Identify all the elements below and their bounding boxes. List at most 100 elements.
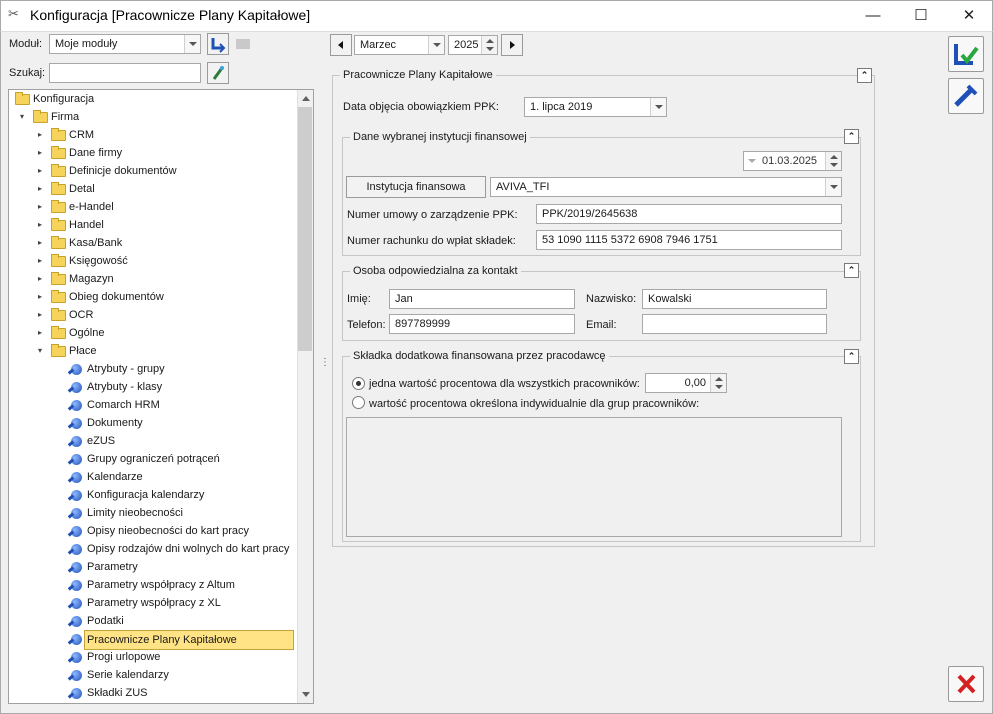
tree-item[interactable]: Atrybuty - grupy (9, 360, 297, 378)
tree-item[interactable]: Grupy ograniczeń potrąceń (9, 450, 297, 468)
tree-item[interactable]: ▸ Detal (9, 180, 297, 198)
tree-item[interactable]: Parametry współpracy z Altum (9, 576, 297, 594)
percentage-stepper[interactable]: 0,00 (645, 373, 727, 393)
expand-right-icon[interactable]: ▸ (35, 270, 45, 288)
tree-item[interactable]: Podatki (9, 612, 297, 630)
tree-item[interactable]: ▸ Obieg dokumentów (9, 288, 297, 306)
collapse-institution-button[interactable]: ⌃ (844, 129, 859, 144)
group-percentage-grid[interactable] (346, 417, 842, 537)
tree-item[interactable]: ▸ Księgowość (9, 252, 297, 270)
search-input[interactable] (49, 63, 201, 83)
edit-button[interactable] (948, 78, 984, 114)
chevron-down-icon[interactable] (748, 159, 756, 163)
close-window-button[interactable]: ✕ (946, 0, 992, 31)
tree-item[interactable]: ▾ Firma (9, 108, 297, 126)
chevron-down-icon[interactable] (184, 35, 200, 53)
scroll-up-icon[interactable] (302, 96, 310, 101)
tree-scrollbar-thumb[interactable] (298, 107, 312, 351)
expand-right-icon[interactable]: ▸ (35, 162, 45, 180)
search-button[interactable] (207, 62, 229, 84)
tree-item-label: Podatki (87, 615, 124, 627)
arrow-back-icon (211, 38, 226, 53)
ppk-date-select[interactable]: 1. lipca 2019 (524, 97, 667, 117)
chevron-down-icon[interactable] (428, 36, 444, 54)
prev-month-button[interactable] (330, 34, 352, 56)
date-stepper-arrows[interactable] (825, 152, 841, 170)
institution-date-field[interactable]: 01.03.2025 (743, 151, 842, 171)
expand-right-icon[interactable]: ▸ (35, 126, 45, 144)
tree-item[interactable]: Kalendarze (9, 468, 297, 486)
maximize-button[interactable]: ☐ (898, 0, 944, 31)
expand-right-icon[interactable]: ▸ (35, 198, 45, 216)
config-tree[interactable]: Konfiguracja ▾ Firma ▸ CRM ▸ Dane firmy ▸ Defini… (8, 89, 314, 704)
tree-item[interactable]: eZUS (9, 432, 297, 450)
chevron-down-icon[interactable] (650, 98, 666, 116)
expand-down-icon[interactable]: ▾ (35, 342, 45, 360)
radio-single-percentage[interactable] (352, 377, 365, 390)
module-select[interactable]: Moje moduły (49, 34, 201, 54)
expand-right-icon[interactable]: ▸ (35, 252, 45, 270)
tree-item[interactable]: ▸ Handel (9, 216, 297, 234)
tree-item[interactable]: Dokumenty (9, 414, 297, 432)
tree-item[interactable]: Limity nieobecności (9, 504, 297, 522)
save-button[interactable] (948, 36, 984, 72)
edit-icon (954, 84, 978, 107)
tree-item[interactable]: ▸ e-Handel (9, 198, 297, 216)
tree-item[interactable]: Konfiguracja (9, 90, 297, 108)
tree-item[interactable]: Opisy rodzajów dni wolnych do kart pracy (9, 540, 297, 558)
collapse-contribution-button[interactable]: ⌃ (844, 349, 859, 364)
expand-right-icon[interactable]: ▸ (35, 324, 45, 342)
expand-right-icon[interactable]: ▸ (35, 144, 45, 162)
tree-item[interactable]: ▾ Płace (9, 342, 297, 360)
tree-item[interactable]: Comarch HRM (9, 396, 297, 414)
brush-icon (212, 66, 224, 80)
email-field[interactable] (642, 314, 827, 334)
chevron-down-icon[interactable] (825, 178, 841, 196)
tree-item[interactable]: ▸ Ogólne (9, 324, 297, 342)
tree-item[interactable]: Serie kalendarzy (9, 666, 297, 684)
percentage-value: 0,00 (684, 377, 706, 389)
tree-item[interactable]: Pracownicze Plany Kapitałowe (9, 630, 297, 650)
phone-field[interactable]: 897789999 (389, 314, 575, 334)
minimize-button[interactable]: — (850, 0, 896, 31)
agreement-field[interactable]: PPK/2019/2645638 (536, 204, 842, 224)
next-month-button[interactable] (501, 34, 523, 56)
tree-item[interactable]: Progi urlopowe (9, 648, 297, 666)
tree-item[interactable]: ▸ Dane firmy (9, 144, 297, 162)
radio-group-percentage[interactable] (352, 396, 365, 409)
tree-item[interactable]: Parametry (9, 558, 297, 576)
expand-right-icon[interactable]: ▸ (35, 180, 45, 198)
account-field[interactable]: 53 1090 1115 5372 6908 7946 1751 (536, 230, 842, 250)
expand-right-icon[interactable]: ▸ (35, 216, 45, 234)
collapse-ppk-button[interactable]: ⌃ (857, 68, 872, 83)
month-select[interactable]: Marzec (354, 35, 445, 55)
splitter-handle[interactable]: ⋮ (320, 358, 330, 368)
tree-item[interactable]: Parametry współpracy z XL (9, 594, 297, 612)
tree-item-label: Ogólne (69, 327, 105, 339)
expand-right-icon[interactable]: ▸ (35, 306, 45, 324)
first-name-field[interactable]: Jan (389, 289, 575, 309)
year-stepper[interactable]: 2025 (448, 35, 498, 55)
last-name-field[interactable]: Kowalski (642, 289, 827, 309)
module-refresh-button[interactable] (207, 33, 229, 55)
expand-right-icon[interactable]: ▸ (35, 288, 45, 306)
expand-right-icon[interactable]: ▸ (35, 234, 45, 252)
tree-item[interactable]: ▸ Magazyn (9, 270, 297, 288)
collapse-contact-button[interactable]: ⌃ (844, 263, 859, 278)
stepper-arrows[interactable] (481, 36, 497, 54)
cancel-button[interactable] (948, 666, 984, 702)
tree-item[interactable]: ▸ CRM (9, 126, 297, 144)
module-settings-button[interactable] (233, 33, 255, 55)
tree-item[interactable]: Składki ZUS (9, 684, 297, 702)
tree-item[interactable]: Konfiguracja kalendarzy (9, 486, 297, 504)
expand-down-icon[interactable]: ▾ (17, 108, 27, 126)
tree-item[interactable]: ▸ OCR (9, 306, 297, 324)
institution-button[interactable]: Instytucja finansowa (346, 176, 486, 198)
tree-item[interactable]: Atrybuty - klasy (9, 378, 297, 396)
percentage-stepper-arrows[interactable] (710, 374, 726, 392)
institution-select[interactable]: AVIVA_TFI (490, 177, 842, 197)
tree-item[interactable]: Opisy nieobecności do kart pracy (9, 522, 297, 540)
tree-item[interactable]: ▸ Kasa/Bank (9, 234, 297, 252)
scroll-down-icon[interactable] (302, 692, 310, 697)
tree-item[interactable]: ▸ Definicje dokumentów (9, 162, 297, 180)
